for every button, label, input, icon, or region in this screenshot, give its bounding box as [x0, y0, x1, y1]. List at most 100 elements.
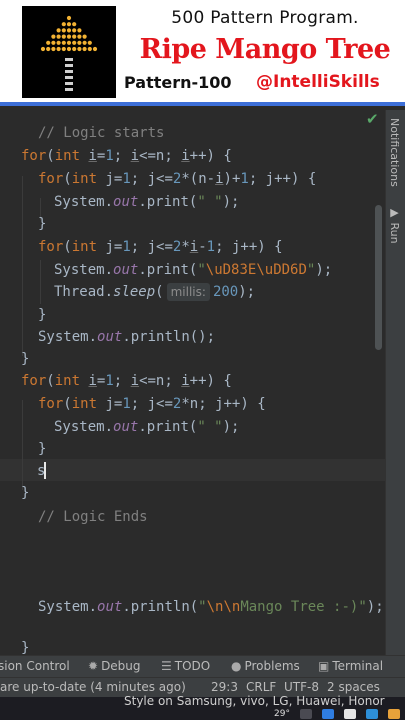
- mango-dot: [77, 40, 82, 45]
- os-taskbar: Style on Samsung, vivo, LG, Huawei, Hono…: [0, 694, 405, 720]
- code-line: for(int j=1; j<=2*i-1; j++) {: [38, 239, 283, 255]
- mango-dot: [92, 46, 98, 52]
- indent-guide: [40, 260, 41, 304]
- taskbar-app-icon[interactable]: [322, 709, 334, 719]
- trunk-segment: [65, 64, 73, 67]
- code-line: }: [21, 640, 30, 655]
- caret-position[interactable]: 29:3: [211, 680, 238, 694]
- trunk-segment: [65, 82, 73, 85]
- mango-dot: [46, 40, 51, 45]
- mango-dot: [66, 46, 72, 52]
- code-line: Thread.sleep(millis: 200);: [54, 283, 256, 301]
- right-tool-strip: Notifications ▶ Run: [385, 110, 405, 655]
- mango-dot: [72, 28, 77, 33]
- taskbar-app-icon[interactable]: [388, 709, 400, 719]
- mango-dot: [87, 46, 92, 52]
- mango-dot: [77, 34, 82, 39]
- trunk-segment: [65, 88, 73, 91]
- mango-dot: [82, 34, 87, 39]
- mango-dot: [77, 28, 82, 33]
- mango-dot: [72, 22, 77, 27]
- code-line: System.out.print(" ");: [54, 194, 240, 210]
- mango-dot: [56, 28, 61, 33]
- mango-dot: [77, 46, 82, 52]
- code-line: System.out.println("\n\nMango Tree :-)")…: [38, 596, 384, 618]
- code-editor[interactable]: ✔ // Logic starts for(int i=1; i<=n; i++…: [0, 110, 385, 655]
- code-line: for(int i=1; i<=n; i++) {: [21, 373, 232, 389]
- indent-guide: [22, 400, 23, 490]
- code-line: System.out.print(" ");: [54, 419, 240, 435]
- current-line-highlight: [0, 459, 385, 481]
- run-tab-label: Run: [388, 222, 401, 244]
- inspection-ok-icon[interactable]: ✔: [366, 110, 379, 128]
- mango-dot: [82, 46, 87, 52]
- mango-dot: [46, 46, 51, 52]
- code-line: }: [21, 351, 30, 367]
- version-control-tab[interactable]: sion Control: [0, 659, 70, 673]
- indent-guide: [22, 176, 23, 356]
- pattern-thumbnail: [22, 6, 116, 98]
- code-line: }: [38, 216, 47, 232]
- code-line: for(int j=1; j<=2*(n-i)+1; j++) {: [38, 171, 317, 187]
- code-line: }: [38, 307, 47, 323]
- status-message[interactable]: are up-to-date (4 minutes ago): [0, 680, 186, 694]
- taskbar-app-icon[interactable]: [300, 709, 312, 719]
- taskbar-app-icon[interactable]: [344, 709, 356, 719]
- code-line: }: [38, 441, 47, 457]
- overlay-caption: Style on Samsung, vivo, LG, Huawei, Hono…: [124, 694, 385, 708]
- code-line: System.out.print("\uD83E\uDD6D");: [54, 262, 333, 278]
- mango-dot: [61, 22, 66, 27]
- code-line: for(int i=1; i<=n; i++) {: [21, 148, 232, 164]
- terminal-tab[interactable]: ▣ Terminal: [318, 659, 383, 673]
- mango-dot: [72, 34, 77, 39]
- todo-tab[interactable]: ☰ TODO: [161, 659, 210, 673]
- code-line: // Logic Ends: [38, 506, 148, 528]
- mango-emoji-escape: \uD83E\uDD6D: [205, 262, 307, 278]
- indent-setting[interactable]: 2 spaces: [327, 680, 380, 694]
- weather-temperature: 29°: [274, 709, 290, 719]
- mango-dot: [61, 34, 66, 39]
- code-line: // Logic starts: [38, 122, 164, 144]
- list-icon: ☰: [161, 659, 172, 673]
- mango-dot: [51, 40, 56, 45]
- trunk-segment: [65, 58, 73, 61]
- channel-handle: @IntelliSkills: [256, 72, 380, 92]
- code-line: System.out.println();: [38, 329, 216, 345]
- mango-dot: [66, 28, 72, 33]
- code-line: for(int j=1; j<=2*n; j++) {: [38, 396, 266, 412]
- debug-tab[interactable]: ✹ Debug: [88, 659, 141, 673]
- bug-icon: ✹: [88, 659, 99, 673]
- banner-title: Ripe Mango Tree: [139, 34, 391, 65]
- parameter-hint: millis:: [166, 283, 210, 301]
- file-encoding[interactable]: UTF-8: [284, 680, 319, 694]
- mango-dot: [66, 15, 72, 21]
- taskbar-app-icon[interactable]: [366, 709, 378, 719]
- mango-dot: [87, 40, 92, 45]
- mango-dot: [61, 40, 66, 45]
- mango-dot: [56, 34, 61, 39]
- mango-dot: [82, 40, 87, 45]
- comment-logic-end: // Logic Ends: [38, 509, 148, 525]
- video-banner: 500 Pattern Program. Ripe Mango Tree Pat…: [0, 0, 405, 106]
- mango-dot: [61, 46, 66, 52]
- trunk-segment: [65, 70, 73, 73]
- mango-dot: [51, 46, 56, 52]
- code-line: }: [21, 485, 30, 501]
- run-tab[interactable]: ▶ Run: [388, 206, 401, 244]
- mango-dot: [66, 22, 72, 27]
- println-statement: System.out.println("\n\nMango Tree :-)")…: [38, 599, 384, 615]
- tool-window-bar: sion Control ✹ Debug ☰ TODO ● Problems ▣ Ter…: [0, 655, 405, 677]
- info-icon: ●: [231, 659, 242, 673]
- notifications-tab[interactable]: Notifications: [388, 118, 401, 187]
- editor-scrollbar-thumb[interactable]: [375, 205, 382, 350]
- mango-tree-preview: [40, 15, 98, 91]
- mango-dot: [72, 46, 77, 52]
- mango-dot: [56, 46, 61, 52]
- mango-dot: [66, 40, 72, 45]
- line-separator[interactable]: CRLF: [246, 680, 276, 694]
- mango-dot: [66, 34, 72, 39]
- trunk-segment: [65, 76, 73, 79]
- mango-dot: [40, 46, 46, 52]
- problems-tab[interactable]: ● Problems: [231, 659, 300, 673]
- mango-dot: [56, 40, 61, 45]
